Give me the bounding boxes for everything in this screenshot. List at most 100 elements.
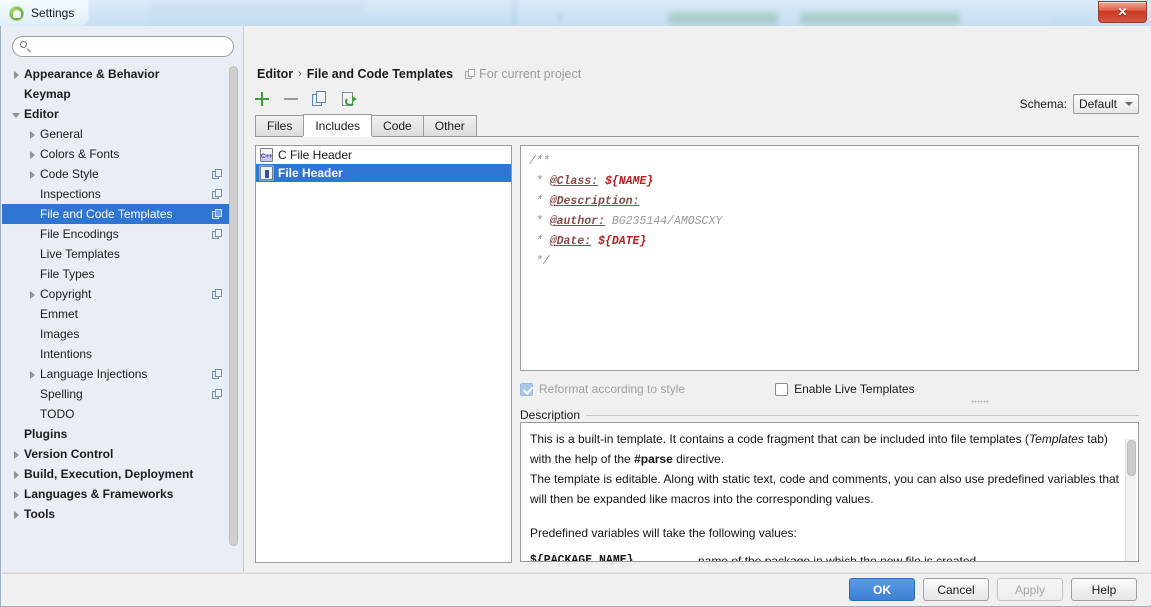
sidebar-item-label: Version Control: [24, 447, 114, 461]
sidebar-item-label: Plugins: [24, 427, 68, 441]
sidebar-scrollbar-thumb[interactable]: [229, 66, 238, 546]
cpp-file-icon: [260, 148, 273, 162]
copy-template-icon[interactable]: [311, 90, 329, 108]
sidebar-item-version-control[interactable]: Version Control: [2, 444, 234, 464]
add-template-icon[interactable]: [253, 90, 271, 108]
code-token-tag: @Class:: [549, 175, 599, 188]
window-title-group: Settings: [0, 0, 89, 26]
template-list[interactable]: C File Header File Header: [255, 145, 512, 563]
sidebar-item-plugins[interactable]: Plugins: [2, 424, 234, 444]
ok-button[interactable]: OK: [849, 578, 915, 601]
sidebar-item-label: General: [40, 127, 83, 141]
search-box[interactable]: [12, 36, 234, 57]
sidebar-item-intentions[interactable]: Intentions: [2, 344, 234, 364]
sidebar-item-images[interactable]: Images: [2, 324, 234, 344]
chevron-down-icon[interactable]: [12, 110, 21, 119]
chevron-right-icon[interactable]: [28, 150, 37, 159]
live-templates-option: Enable Live Templates: [775, 382, 990, 404]
sidebar-item-appearance-behavior[interactable]: Appearance & Behavior: [2, 64, 234, 84]
search-input[interactable]: [35, 38, 229, 55]
list-item[interactable]: C File Header: [256, 146, 511, 164]
breadcrumb-parent[interactable]: Editor: [257, 67, 293, 81]
chevron-right-icon[interactable]: [12, 490, 21, 499]
reformat-checkbox[interactable]: [520, 382, 533, 396]
template-editor[interactable]: /** * @Class: ${NAME} * @Description: * …: [520, 145, 1139, 371]
code-token-tag: @Date:: [549, 235, 592, 248]
sidebar-item-label: Emmet: [40, 307, 79, 321]
sidebar-item-emmet[interactable]: Emmet: [2, 304, 234, 324]
sidebar-item-file-types[interactable]: File Types: [2, 264, 234, 284]
close-button[interactable]: ✕: [1098, 1, 1147, 23]
sidebar-item-spelling[interactable]: Spelling: [2, 384, 234, 404]
breadcrumb: Editor › File and Code Templates For cur…: [257, 67, 581, 81]
sidebar-item-file-and-code-templates[interactable]: File and Code Templates: [2, 204, 234, 224]
resize-grip[interactable]: [971, 400, 990, 404]
list-item[interactable]: File Header: [256, 164, 511, 182]
sidebar-item-general[interactable]: General: [2, 124, 234, 144]
breadcrumb-separator: ›: [298, 68, 302, 80]
sidebar-item-keymap[interactable]: Keymap: [2, 84, 234, 104]
description-p1-c: directive.: [672, 452, 725, 466]
description-scrollbar-thumb[interactable]: [1127, 440, 1136, 476]
chevron-right-icon[interactable]: [28, 130, 37, 139]
tab-includes[interactable]: Includes: [303, 114, 373, 136]
sidebar-item-language-injections[interactable]: Language Injections: [2, 364, 234, 384]
sidebar-item-label: Colors & Fonts: [40, 147, 120, 161]
chevron-right-icon[interactable]: [28, 290, 37, 299]
settings-tree[interactable]: Appearance & Behavior Keymap Editor General…: [2, 64, 234, 569]
enable-live-templates-checkbox[interactable]: [775, 382, 789, 396]
sidebar-item-label: Spelling: [40, 387, 83, 401]
sidebar-item-tools[interactable]: Tools: [2, 504, 234, 524]
sidebar-item-label: File Encodings: [40, 227, 119, 241]
sidebar-item-todo[interactable]: TODO: [2, 404, 234, 424]
help-button[interactable]: Help: [1071, 578, 1137, 601]
sidebar-item-editor[interactable]: Editor: [2, 104, 234, 124]
sidebar-item-code-style[interactable]: Code Style: [2, 164, 234, 184]
project-scope-icon: [212, 229, 222, 239]
sidebar-item-live-templates[interactable]: Live Templates: [2, 244, 234, 264]
sidebar-item-copyright[interactable]: Copyright: [2, 284, 234, 304]
code-token-tag: @Description:: [549, 195, 640, 208]
sidebar-item-build-execution-deployment[interactable]: Build, Execution, Deployment: [2, 464, 234, 484]
code-token-comment: */: [529, 255, 550, 268]
chevron-right-icon[interactable]: [28, 370, 37, 379]
code-line: */: [529, 252, 1130, 272]
sidebar-item-label: TODO: [40, 407, 75, 421]
settings-sidebar: Appearance & Behavior Keymap Editor General…: [2, 26, 244, 574]
sidebar-scrollbar[interactable]: [229, 66, 238, 560]
reset-template-icon[interactable]: [340, 90, 358, 108]
sidebar-item-label: Appearance & Behavior: [24, 67, 160, 81]
schema-select[interactable]: Default: [1072, 94, 1139, 114]
sidebar-item-colors-fonts[interactable]: Colors & Fonts: [2, 144, 234, 164]
chevron-right-icon[interactable]: [28, 170, 37, 179]
template-options-row: Reformat according to style Enable Live …: [520, 377, 1139, 404]
chevron-right-icon[interactable]: [12, 450, 21, 459]
code-line: /**: [529, 152, 1130, 172]
code-line: * @Date: ${DATE}: [529, 232, 1130, 252]
tab-files[interactable]: Files: [255, 115, 305, 136]
chevron-right-icon[interactable]: [12, 70, 21, 79]
remove-template-icon[interactable]: [282, 90, 300, 108]
variable-name: ${PACKAGE_NAME}: [530, 554, 634, 562]
code-token-comment: /**: [529, 155, 550, 168]
tab-other[interactable]: Other: [422, 115, 477, 136]
settings-window: Settings ✕ Appearance & Behavior Keymap Ed…: [0, 0, 1151, 607]
code-token-comment: *: [529, 175, 550, 188]
sidebar-item-languages-frameworks[interactable]: Languages & Frameworks: [2, 484, 234, 504]
sidebar-item-inspections[interactable]: Inspections: [2, 184, 234, 204]
tab-label: Code: [383, 119, 412, 133]
apply-button[interactable]: Apply: [997, 578, 1063, 601]
project-scope-label: For current project: [479, 67, 582, 81]
chevron-right-icon[interactable]: [12, 470, 21, 479]
sidebar-item-file-encodings[interactable]: File Encodings: [2, 224, 234, 244]
code-token-plain: BG235144/AMOSCXY: [604, 215, 723, 228]
cancel-button[interactable]: Cancel: [923, 578, 989, 601]
code-token-var: ${DATE}: [598, 235, 647, 248]
description-scrollbar[interactable]: [1125, 439, 1136, 561]
tab-code[interactable]: Code: [371, 115, 424, 136]
chevron-right-icon[interactable]: [12, 510, 21, 519]
